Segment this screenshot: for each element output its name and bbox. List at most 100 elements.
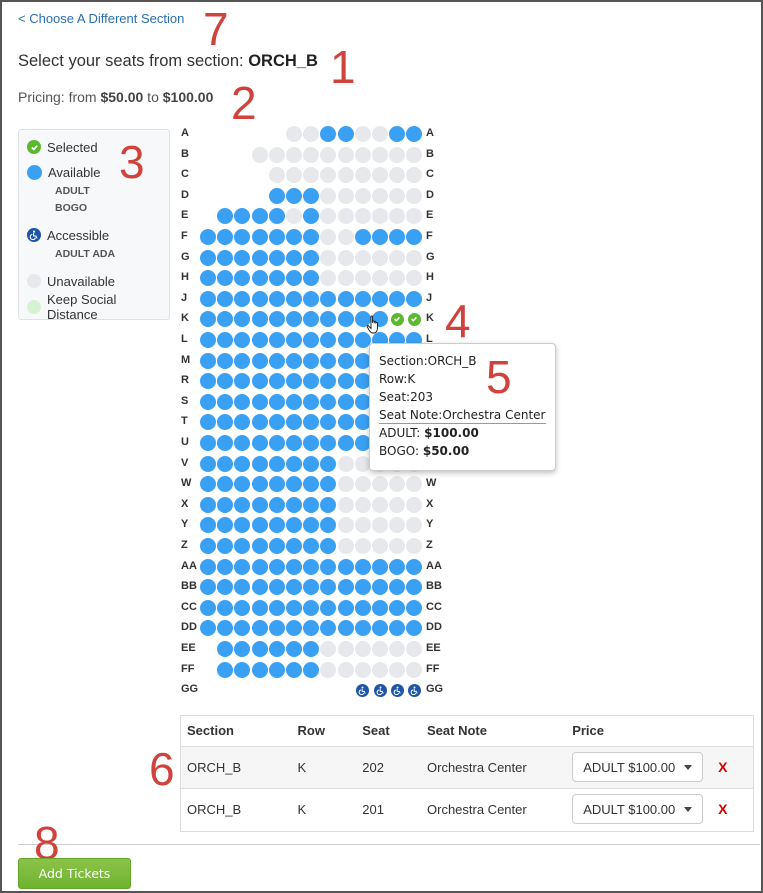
seat-available[interactable] (389, 579, 406, 596)
seat-available[interactable] (268, 249, 285, 266)
seat-available[interactable] (286, 538, 302, 554)
seat-available[interactable] (234, 599, 251, 616)
seat-available[interactable] (268, 373, 285, 390)
seat-available[interactable] (251, 208, 268, 225)
seat-available[interactable] (303, 414, 320, 431)
seat-available[interactable] (234, 517, 251, 534)
seat-available[interactable] (303, 393, 320, 410)
seat-available[interactable] (234, 476, 251, 493)
seat-available[interactable] (251, 229, 268, 245)
seat-available[interactable] (286, 661, 302, 678)
seat-available[interactable] (234, 455, 251, 472)
seat-available[interactable] (217, 579, 234, 596)
seat-available[interactable] (200, 496, 216, 513)
seat-available[interactable] (286, 496, 302, 513)
seat-available[interactable] (200, 538, 216, 554)
seat-available[interactable] (251, 455, 268, 472)
seat-available[interactable] (286, 332, 302, 348)
seat-available[interactable] (337, 620, 354, 637)
seat-available[interactable] (268, 414, 285, 431)
seat-available[interactable] (217, 599, 234, 616)
seat-available[interactable] (217, 352, 234, 369)
add-tickets-button[interactable]: Add Tickets (18, 858, 131, 889)
seat-available[interactable] (251, 538, 268, 554)
seat-available[interactable] (354, 579, 371, 596)
seat-available[interactable] (372, 229, 388, 245)
seat-available[interactable] (200, 579, 216, 596)
seat-available[interactable] (268, 290, 285, 307)
seat-available[interactable] (406, 599, 423, 616)
seat-available[interactable] (234, 641, 251, 657)
seat-available[interactable] (303, 538, 320, 554)
seat-available[interactable] (303, 620, 320, 637)
seat-available[interactable] (200, 229, 216, 245)
seat-available[interactable] (251, 373, 268, 390)
seat-available[interactable] (234, 538, 251, 554)
seat-available[interactable] (389, 599, 406, 616)
seat-available[interactable] (320, 393, 337, 410)
seat-available[interactable] (234, 208, 251, 225)
seat-available[interactable] (320, 414, 337, 431)
seat-available[interactable] (372, 620, 388, 637)
seat-available[interactable] (268, 599, 285, 616)
seat-available[interactable] (234, 661, 251, 678)
seat-available[interactable] (320, 496, 337, 513)
seat-available[interactable] (406, 620, 423, 637)
seat-available[interactable] (234, 558, 251, 575)
seat-available[interactable] (337, 290, 354, 307)
seat-available[interactable] (268, 455, 285, 472)
seat-available[interactable] (286, 435, 302, 451)
seat-available[interactable] (354, 229, 371, 245)
seat-available[interactable] (234, 620, 251, 637)
seat-available[interactable] (234, 270, 251, 287)
seat-available[interactable] (234, 414, 251, 431)
seat-available[interactable] (268, 311, 285, 328)
seat-available[interactable] (200, 311, 216, 328)
seat-available[interactable] (320, 435, 337, 451)
seat-available[interactable] (268, 620, 285, 637)
seat-available[interactable] (354, 558, 371, 575)
seat-available[interactable] (303, 435, 320, 451)
seat-available[interactable] (320, 620, 337, 637)
seat-available[interactable] (217, 290, 234, 307)
seat-available[interactable] (268, 558, 285, 575)
seat-available[interactable] (268, 393, 285, 410)
seat-available[interactable] (251, 558, 268, 575)
seat-available[interactable] (251, 641, 268, 657)
seat-available[interactable] (372, 290, 388, 307)
seat-available[interactable] (406, 290, 423, 307)
seat-available[interactable] (251, 414, 268, 431)
seat-available[interactable] (217, 517, 234, 534)
seat-available[interactable] (234, 229, 251, 245)
seat-available[interactable] (303, 599, 320, 616)
seat-available[interactable] (320, 373, 337, 390)
seat-available[interactable] (354, 620, 371, 637)
seat-available[interactable] (389, 126, 406, 142)
seat-available[interactable] (303, 352, 320, 369)
seat-available[interactable] (320, 332, 337, 348)
seat-accessible[interactable] (373, 683, 387, 697)
seat-available[interactable] (337, 332, 354, 348)
seat-available[interactable] (337, 414, 354, 431)
seat-available[interactable] (303, 496, 320, 513)
seat-available[interactable] (303, 229, 320, 245)
seat-available[interactable] (217, 393, 234, 410)
seat-available[interactable] (251, 517, 268, 534)
seat-available[interactable] (251, 332, 268, 348)
seat-available[interactable] (303, 187, 320, 204)
seat-available[interactable] (217, 641, 234, 657)
seat-available[interactable] (251, 270, 268, 287)
seat-available[interactable] (251, 435, 268, 451)
seat-available[interactable] (217, 208, 234, 225)
seat-available[interactable] (217, 455, 234, 472)
seat-available[interactable] (217, 538, 234, 554)
seat-available[interactable] (389, 290, 406, 307)
seat-available[interactable] (234, 249, 251, 266)
seat-available[interactable] (286, 599, 302, 616)
seat-available[interactable] (406, 579, 423, 596)
seat-available[interactable] (200, 373, 216, 390)
remove-seat-button[interactable]: X (718, 801, 727, 817)
seat-available[interactable] (268, 332, 285, 348)
seat-available[interactable] (320, 290, 337, 307)
seat-available[interactable] (200, 435, 216, 451)
